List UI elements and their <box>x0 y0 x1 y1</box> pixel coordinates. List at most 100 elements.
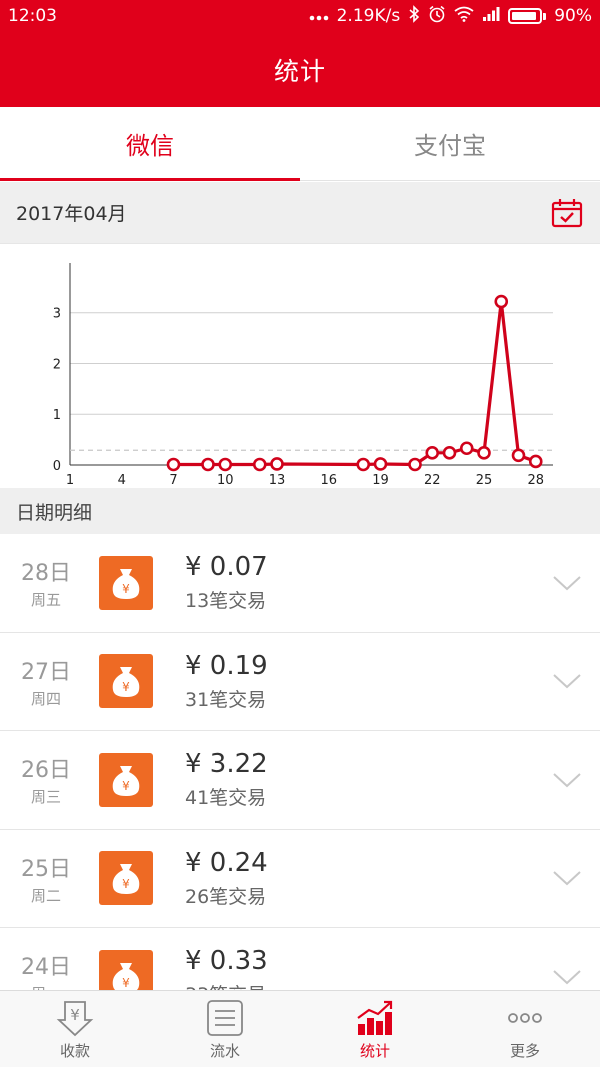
x-tick-label: 13 <box>269 473 286 488</box>
x-tick-label: 10 <box>217 473 234 488</box>
receive-payment-icon: ¥ <box>56 1000 94 1036</box>
item-amount: ¥ 0.07 <box>185 552 268 583</box>
series-line <box>173 299 537 467</box>
nav-statistics[interactable]: 统计 <box>300 991 450 1067</box>
y-tick-label: 2 <box>53 357 61 372</box>
svg-text:¥: ¥ <box>122 779 130 793</box>
item-day: 27日 <box>21 659 71 685</box>
item-weekday: 周五 <box>30 591 61 610</box>
item-amount: ¥ 3.22 <box>185 749 268 780</box>
nav-more[interactable]: 更多 <box>450 991 600 1067</box>
item-count: 31笔交易 <box>185 688 267 711</box>
item-day: 24日 <box>21 955 71 981</box>
calendar-check-icon[interactable] <box>550 196 584 230</box>
tab-alipay[interactable]: 支付宝 <box>300 107 600 180</box>
nav-ledger[interactable]: 流水 <box>150 991 300 1067</box>
status-time: 12:03 <box>8 6 57 26</box>
wifi-icon <box>454 6 474 27</box>
data-point <box>218 457 233 472</box>
item-count: 41笔交易 <box>185 787 267 810</box>
y-tick-label: 0 <box>53 459 61 474</box>
section-header: 日期明细 <box>0 488 600 534</box>
item-weekday: 周三 <box>30 788 61 807</box>
list-item[interactable]: 26日 周三 ¥ ¥ 3.22 41笔交易 <box>0 731 600 830</box>
month-bar: 2017年04月 <box>0 182 600 244</box>
battery-percent: 90% <box>554 6 592 26</box>
data-point <box>408 457 422 472</box>
money-bag-icon: ¥ <box>99 851 153 906</box>
money-bag-icon: ¥ <box>99 949 153 990</box>
y-tick-label: 1 <box>53 408 61 423</box>
money-bag-icon: ¥ <box>99 555 153 610</box>
svg-text:¥: ¥ <box>122 976 130 990</box>
data-point <box>494 294 509 309</box>
tab-wechat[interactable]: 微信 <box>0 107 300 181</box>
item-info: ¥ 0.07 13笔交易 <box>185 552 552 613</box>
battery-icon <box>508 8 547 24</box>
daily-list: 28日 周五 ¥ ¥ 0.07 13笔交易 27日 周四 ¥ ¥ 0.19 31… <box>0 534 600 990</box>
status-icons: 2.19K/s 90% <box>309 4 592 28</box>
item-amount: ¥ 0.19 <box>185 650 268 681</box>
date-col: 24日 周一 <box>0 949 92 990</box>
data-point <box>442 446 457 460</box>
item-count: 26笔交易 <box>185 885 267 908</box>
data-point <box>528 454 543 469</box>
x-tick-label: 16 <box>320 473 337 488</box>
network-speed: 2.19K/s <box>336 6 401 26</box>
item-weekday: 周二 <box>30 886 61 905</box>
chevron-down-icon[interactable] <box>552 574 582 592</box>
item-count: 33笔交易 <box>185 980 552 990</box>
chevron-down-icon[interactable] <box>552 869 582 887</box>
svg-text:¥: ¥ <box>122 582 130 596</box>
list-item[interactable]: 28日 周五 ¥ ¥ 0.07 13笔交易 <box>0 534 600 633</box>
item-info: ¥ 0.19 31笔交易 <box>185 651 552 712</box>
chevron-down-icon[interactable] <box>552 968 582 986</box>
x-tick-label: 4 <box>118 473 126 488</box>
data-point <box>201 457 215 472</box>
nav-label: 流水 <box>209 1041 240 1060</box>
svg-text:¥: ¥ <box>70 1006 80 1024</box>
line-chart: 0 1 2 3 1 4 7 10 13 16 19 22 25 28 <box>0 245 600 488</box>
nav-label: 统计 <box>359 1041 390 1060</box>
nav-receive[interactable]: ¥ 收款 <box>0 991 150 1067</box>
item-info: ¥ 3.22 41笔交易 <box>185 749 552 810</box>
item-info: ¥ 0.33 33笔交易 <box>185 946 552 990</box>
tab-bar: 微信 支付宝 <box>0 107 600 181</box>
chevron-down-icon[interactable] <box>552 771 582 789</box>
month-label: 2017年04月 <box>16 203 127 225</box>
item-day: 25日 <box>21 856 71 882</box>
signal-icon <box>482 6 500 27</box>
money-bag-icon: ¥ <box>99 654 153 709</box>
header: 统计 <box>0 32 600 107</box>
status-bar: 12:03 2.19K/s 90% <box>0 0 600 32</box>
data-point <box>459 441 474 456</box>
x-tick-label: 7 <box>169 473 177 488</box>
data-point <box>356 457 371 472</box>
y-tick-label: 3 <box>53 307 61 322</box>
svg-text:¥: ¥ <box>122 877 130 891</box>
list-item[interactable]: 24日 周一 ¥ ¥ 0.33 33笔交易 <box>0 928 600 990</box>
item-info: ¥ 0.24 26笔交易 <box>185 848 552 909</box>
chevron-down-icon[interactable] <box>552 672 582 690</box>
section-title: 日期明细 <box>16 501 93 524</box>
list-item[interactable]: 25日 周二 ¥ ¥ 0.24 26笔交易 <box>0 830 600 928</box>
x-tick-label: 19 <box>372 473 389 488</box>
dots-icon <box>309 6 329 26</box>
more-dots-icon <box>508 1012 542 1023</box>
svg-text:¥: ¥ <box>122 680 130 694</box>
data-point <box>511 448 526 463</box>
data-point <box>166 457 181 472</box>
date-col: 27日 周四 <box>0 654 92 709</box>
date-col: 28日 周五 <box>0 555 92 610</box>
money-bag-icon: ¥ <box>99 752 153 807</box>
item-amount: ¥ 0.24 <box>185 847 268 878</box>
alarm-icon <box>428 5 446 28</box>
date-col: 25日 周二 <box>0 851 92 906</box>
item-day: 26日 <box>21 758 71 784</box>
app-root: 12:03 2.19K/s 90% 统计 微信 支付宝 2017年04月 0 1… <box>0 0 600 1067</box>
data-point <box>373 457 388 471</box>
x-tick-label: 28 <box>527 473 544 488</box>
list-item[interactable]: 27日 周四 ¥ ¥ 0.19 31笔交易 <box>0 633 600 731</box>
x-tick-label: 22 <box>424 473 441 488</box>
data-point <box>425 446 440 460</box>
